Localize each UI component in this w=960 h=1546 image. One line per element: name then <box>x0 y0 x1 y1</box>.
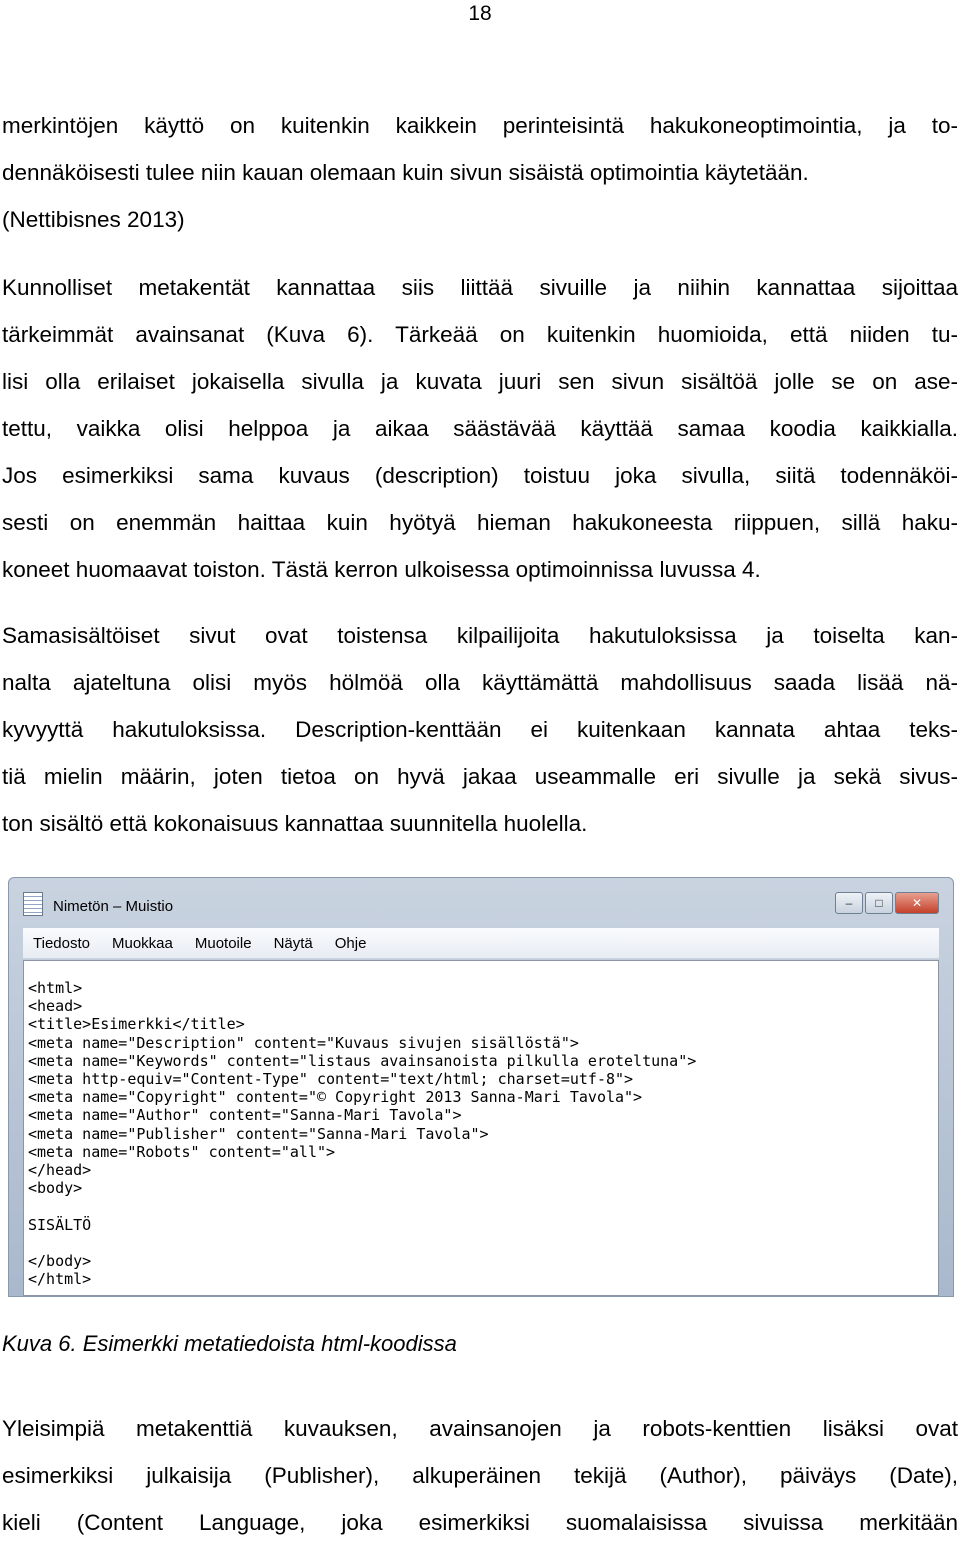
paragraph-line: (Nettibisnes 2013) <box>2 207 185 232</box>
menu-item-help[interactable]: Ohje <box>335 935 367 952</box>
paragraph-line: tärkeimmät avainsanat (Kuva 6). Tärkeää … <box>2 322 958 347</box>
paragraph-line: koneet huomaavat toiston. Tästä kerron u… <box>2 557 761 582</box>
code-listing: <html> <head> <title>Esimerkki</title> <… <box>28 979 696 1288</box>
notepad-screenshot: Nimetön – Muistio – □ ✕ Tiedosto Muokkaa… <box>8 877 954 1297</box>
menu-item-file[interactable]: Tiedosto <box>33 935 90 952</box>
paragraph-line: tettu, vaikka olisi helppoa ja aikaa sää… <box>2 416 958 441</box>
paragraph-line: tiä mielin määrin, joten tietoa on hyvä … <box>2 764 958 789</box>
window-controls: – □ ✕ <box>835 892 939 914</box>
paragraph-line: Kunnolliset metakentät kannattaa siis li… <box>2 275 958 300</box>
code-line: <body> <box>28 1179 83 1198</box>
code-line: </html> <box>28 1270 92 1289</box>
paragraph-line: esimerkiksi julkaisija (Publisher), alku… <box>2 1463 958 1488</box>
paragraph-line: sesti on enemmän haittaa kuin hyötyä hie… <box>2 510 958 535</box>
code-line: <meta name="Publisher" content="Sanna-Ma… <box>28 1124 489 1143</box>
code-line: <meta name="Author" content="Sanna-Mari … <box>28 1106 462 1125</box>
code-line: <meta name="Copyright" content="© Copyri… <box>28 1088 643 1107</box>
code-line: <meta name="Description" content="Kuvaus… <box>28 1033 579 1052</box>
menu-item-edit[interactable]: Muokkaa <box>112 935 173 952</box>
menu-item-view[interactable]: Näytä <box>274 935 313 952</box>
code-line: <head> <box>28 997 83 1016</box>
paragraph-line: nalta ajateltuna olisi myös hölmöä olla … <box>2 670 958 695</box>
figure-caption: Kuva 6. Esimerkki metatiedoista html-koo… <box>2 1331 457 1356</box>
paragraph-line: kyvyyttä hakutuloksissa. Description-ken… <box>2 717 958 742</box>
paragraph-line: Jos esimerkiksi sama kuvaus (description… <box>2 463 958 488</box>
paragraph-3: Samasisältöiset sivut ovat toistensa kil… <box>2 612 958 847</box>
code-line: <meta http-equiv="Content-Type" content=… <box>28 1070 634 1089</box>
paragraph-line: dennäköisesti tulee niin kauan olemaan k… <box>2 160 809 185</box>
paragraph-2: Kunnolliset metakentät kannattaa siis li… <box>2 264 958 593</box>
code-line: <meta name="Keywords" content="listaus a… <box>28 1051 697 1070</box>
text-editor-area[interactable]: <html> <head> <title>Esimerkki</title> <… <box>23 960 939 1296</box>
maximize-button[interactable]: □ <box>865 892 893 914</box>
menu-item-format[interactable]: Muotoile <box>195 935 252 952</box>
menu-bar: Tiedosto Muokkaa Muotoile Näytä Ohje <box>23 928 939 959</box>
code-line: </head> <box>28 1161 92 1180</box>
paragraph-1: merkintöjen käyttö on kuitenkin kaikkein… <box>2 102 958 243</box>
code-line: <html> <box>28 979 83 997</box>
code-line: <meta name="Robots" content="all"> <box>28 1142 336 1161</box>
paragraph-line: merkintöjen käyttö on kuitenkin kaikkein… <box>2 113 958 138</box>
close-button[interactable]: ✕ <box>895 892 939 914</box>
minimize-button[interactable]: – <box>835 892 863 914</box>
paragraph-line: ton sisältö että kokonaisuus kannattaa s… <box>2 811 588 836</box>
window-title: Nimetön – Muistio <box>53 898 174 915</box>
page-number: 18 <box>468 2 492 25</box>
code-line: </body> <box>28 1252 92 1271</box>
paragraph-4: Yleisimpiä metakenttiä kuvauksen, avains… <box>2 1405 958 1546</box>
notepad-icon <box>23 892 43 916</box>
paragraph-line: lisi olla erilaiset jokaisella sivulla j… <box>2 369 958 394</box>
paragraph-line: Yleisimpiä metakenttiä kuvauksen, avains… <box>2 1416 958 1441</box>
code-line: SISÄLTÖ <box>28 1215 92 1234</box>
paragraph-line: Samasisältöiset sivut ovat toistensa kil… <box>2 623 958 648</box>
code-line: <title>Esimerkki</title> <box>28 1015 245 1034</box>
window-titlebar: Nimetön – Muistio – □ ✕ <box>9 878 953 924</box>
